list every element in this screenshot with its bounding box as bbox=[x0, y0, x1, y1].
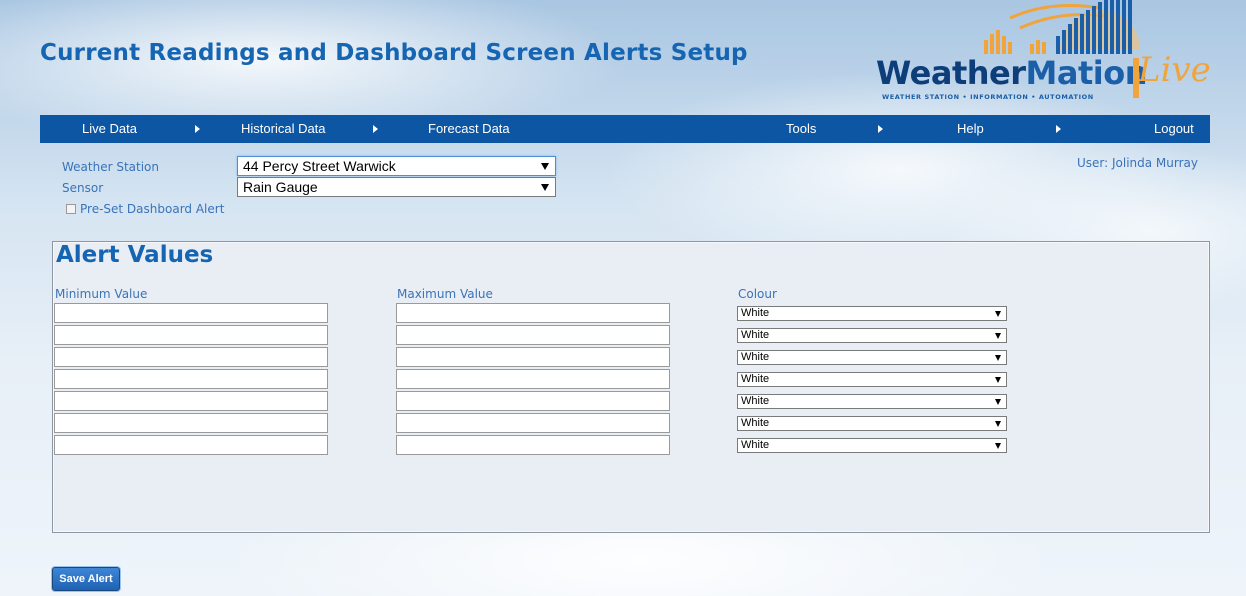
min-value-input[interactable] bbox=[54, 435, 328, 455]
max-value-input[interactable] bbox=[396, 347, 670, 367]
chevron-down-icon bbox=[995, 377, 1001, 383]
colour-select[interactable]: White bbox=[737, 328, 1007, 343]
colour-value: White bbox=[741, 351, 770, 363]
colour-select[interactable]: White bbox=[737, 350, 1007, 365]
logo-tagline: WEATHER STATION • INFORMATION • AUTOMATI… bbox=[882, 93, 1094, 101]
logo-wordmark: WeatherMation bbox=[876, 54, 1147, 92]
nav-forecast-data[interactable]: Forecast Data bbox=[428, 115, 510, 143]
colour-select[interactable]: White bbox=[737, 306, 1007, 321]
minimum-value-header: Minimum Value bbox=[55, 287, 148, 301]
colour-header: Colour bbox=[738, 287, 777, 301]
nav-logout[interactable]: Logout bbox=[1154, 115, 1194, 143]
sensor-select[interactable]: Rain Gauge bbox=[237, 177, 556, 197]
nav-historical-data-arrow-icon bbox=[373, 125, 378, 133]
preset-dashboard-alert-checkbox[interactable] bbox=[66, 204, 76, 214]
max-value-input[interactable] bbox=[396, 435, 670, 455]
max-value-input[interactable] bbox=[396, 325, 670, 345]
max-value-input[interactable] bbox=[396, 369, 670, 389]
preset-dashboard-alert-label[interactable]: Pre-Set Dashboard Alert bbox=[80, 202, 224, 216]
alert-values-title: Alert Values bbox=[56, 242, 214, 268]
max-value-input[interactable] bbox=[396, 413, 670, 433]
nav-tools[interactable]: Tools bbox=[786, 115, 816, 143]
chevron-down-icon bbox=[995, 421, 1001, 427]
chevron-down-icon bbox=[995, 311, 1001, 317]
colour-value: White bbox=[741, 373, 770, 385]
chevron-down-icon bbox=[995, 355, 1001, 361]
min-value-input[interactable] bbox=[54, 325, 328, 345]
nav-historical-data[interactable]: Historical Data bbox=[241, 115, 326, 143]
weather-station-label: Weather Station bbox=[62, 160, 160, 174]
min-value-input[interactable] bbox=[54, 369, 328, 389]
colour-select[interactable]: White bbox=[737, 394, 1007, 409]
colour-value: White bbox=[741, 417, 770, 429]
weather-station-select[interactable]: 44 Percy Street Warwick bbox=[237, 156, 556, 176]
user-label: User: Jolinda Murray bbox=[1076, 156, 1198, 170]
nav-live-data[interactable]: Live Data bbox=[82, 115, 137, 143]
colour-value: White bbox=[741, 307, 770, 319]
nav-tools-arrow-icon bbox=[878, 125, 883, 133]
min-value-input[interactable] bbox=[54, 391, 328, 411]
maximum-value-header: Maximum Value bbox=[397, 287, 493, 301]
nav-live-data-arrow-icon bbox=[195, 125, 200, 133]
min-value-input[interactable] bbox=[54, 347, 328, 367]
main-nav-bar: Live Data Historical Data Forecast Data … bbox=[40, 115, 1210, 143]
colour-value: White bbox=[741, 439, 770, 451]
page-title: Current Readings and Dashboard Screen Al… bbox=[40, 40, 748, 66]
logo-live-text: Live bbox=[1138, 50, 1211, 90]
save-alert-button[interactable]: Save Alert bbox=[52, 567, 120, 591]
weathermation-logo: WeatherMation Live WEATHER STATION • INF… bbox=[860, 0, 1240, 112]
weather-station-value: 44 Percy Street Warwick bbox=[243, 158, 396, 174]
colour-select[interactable]: White bbox=[737, 416, 1007, 431]
colour-select[interactable]: White bbox=[737, 438, 1007, 453]
colour-select[interactable]: White bbox=[737, 372, 1007, 387]
min-value-input[interactable] bbox=[54, 413, 328, 433]
chevron-down-icon bbox=[995, 333, 1001, 339]
colour-value: White bbox=[741, 395, 770, 407]
nav-help-arrow-icon bbox=[1056, 125, 1061, 133]
nav-help[interactable]: Help bbox=[957, 115, 984, 143]
max-value-input[interactable] bbox=[396, 303, 670, 323]
max-value-input[interactable] bbox=[396, 391, 670, 411]
chevron-down-icon bbox=[995, 399, 1001, 405]
sensor-value: Rain Gauge bbox=[243, 179, 318, 195]
sensor-label: Sensor bbox=[62, 181, 104, 195]
chevron-down-icon bbox=[541, 163, 549, 170]
chevron-down-icon bbox=[995, 443, 1001, 449]
colour-value: White bbox=[741, 329, 770, 341]
min-value-input[interactable] bbox=[54, 303, 328, 323]
chevron-down-icon bbox=[541, 184, 549, 191]
